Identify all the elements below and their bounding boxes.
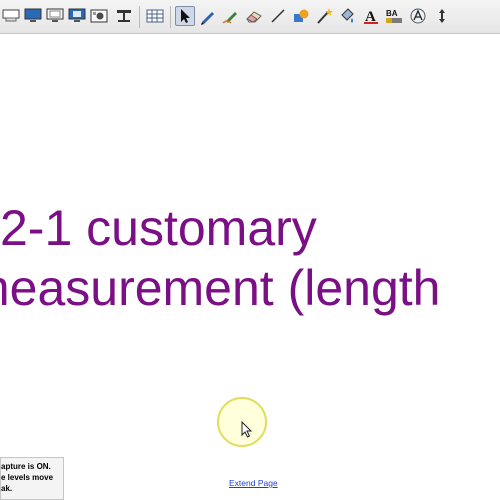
notice-line-3: ak.	[1, 484, 13, 493]
page-title: 2-1 customary measurement (length	[0, 196, 500, 326]
toolbar-separator	[170, 6, 171, 28]
title-line-1: 2-1 customary	[0, 200, 317, 256]
screen-shade-icon[interactable]	[1, 6, 21, 26]
extend-page-link[interactable]: Extend Page	[229, 478, 278, 488]
image-capture-icon[interactable]	[89, 6, 109, 26]
monitor-window-icon[interactable]	[45, 6, 65, 26]
properties-icon[interactable]: BA	[384, 6, 404, 26]
shapes-icon[interactable]	[291, 6, 311, 26]
pen-icon[interactable]	[198, 6, 218, 26]
text-icon[interactable]: A	[361, 6, 381, 26]
monitor-capture-icon[interactable]	[67, 6, 87, 26]
toolbar: A BA	[0, 0, 500, 34]
creative-pen-icon[interactable]	[221, 6, 241, 26]
toolbar-separator	[139, 6, 140, 28]
document-camera-icon[interactable]	[114, 6, 134, 26]
title-line-2: measurement (length	[0, 260, 441, 316]
monitor-icon[interactable]	[23, 6, 43, 26]
magic-pen-icon[interactable]	[314, 6, 334, 26]
move-toolbar-icon[interactable]	[432, 6, 452, 26]
mouse-pointer-icon	[241, 420, 253, 444]
eraser-icon[interactable]	[244, 6, 264, 26]
line-icon[interactable]	[268, 6, 288, 26]
notice-line-1: apture is ON.	[1, 462, 51, 471]
notice-line-2: e levels move	[1, 473, 54, 482]
select-arrow-icon[interactable]	[175, 6, 195, 26]
handwriting-icon[interactable]	[408, 6, 428, 26]
capture-notice: apture is ON. e levels move ak.	[0, 457, 64, 500]
fill-icon[interactable]	[337, 6, 357, 26]
table-icon[interactable]	[145, 6, 165, 26]
svg-text:BA: BA	[386, 9, 398, 18]
